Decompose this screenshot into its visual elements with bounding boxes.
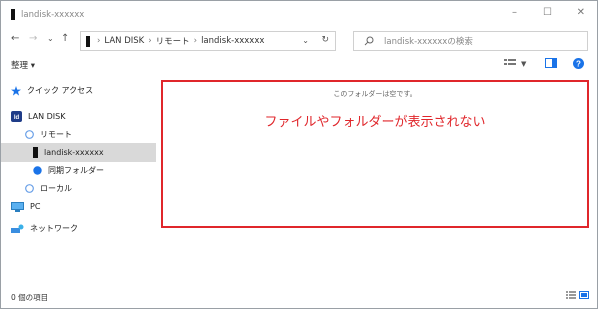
svg-text:ld: ld xyxy=(14,115,20,121)
address-bar[interactable]: › LAN DISK › リモート › landisk-xxxxxx ⌄ ↻ xyxy=(80,31,336,51)
svg-text:?: ? xyxy=(576,60,581,69)
sidebar-item-label: PC xyxy=(30,202,41,211)
sidebar-item-label: ローカル xyxy=(40,184,72,193)
sidebar-item-landisk-device[interactable]: landisk-xxxxxx xyxy=(1,143,156,162)
search-icon xyxy=(364,36,374,46)
help-icon[interactable]: ? xyxy=(573,58,584,72)
pc-icon xyxy=(11,201,24,212)
sidebar-item-local[interactable]: ローカル xyxy=(1,179,180,198)
landisk-logo-icon: ld xyxy=(11,111,22,122)
sidebar-item-label: リモート xyxy=(40,130,72,139)
organize-menu[interactable]: 整理 ▾ xyxy=(11,59,35,71)
sidebar-item-lan-disk[interactable]: ld LAN DISK xyxy=(1,107,166,126)
window-title: landisk-xxxxxx xyxy=(21,9,85,20)
device-icon xyxy=(86,35,90,47)
device-icon xyxy=(11,9,15,20)
star-icon xyxy=(11,85,21,96)
back-button[interactable]: ← xyxy=(11,33,19,44)
recent-locations-button[interactable]: ⌄ xyxy=(47,34,54,43)
sidebar-item-label: 同期フォルダー xyxy=(48,166,104,175)
annotation-text: ファイルやフォルダーが表示されない xyxy=(264,115,486,130)
breadcrumb-separator: › xyxy=(148,36,152,46)
breadcrumb-separator: › xyxy=(193,36,198,46)
minimize-button[interactable]: – xyxy=(512,7,517,18)
empty-folder-message: このフォルダーは空です。 xyxy=(333,90,417,98)
sidebar-item-label: landisk-xxxxxx xyxy=(44,148,104,157)
title-bar: landisk-xxxxxx – ☐ ✕ xyxy=(1,1,597,28)
sidebar-item-pc[interactable]: PC xyxy=(1,197,166,216)
search-box[interactable]: landisk-xxxxxxの検索 xyxy=(353,31,588,51)
breadcrumb-lan-disk[interactable]: LAN DISK xyxy=(104,36,144,46)
address-toolbar: ← → ⌄ ↑ › LAN DISK › リモート › landisk-xxxx… xyxy=(1,28,597,54)
explorer-window: landisk-xxxxxx – ☐ ✕ ← → ⌄ ↑ › LAN DISK … xyxy=(0,0,598,309)
sidebar-item-network[interactable]: ネットワーク xyxy=(1,219,166,238)
device-icon xyxy=(33,147,38,158)
sidebar-item-label: LAN DISK xyxy=(28,112,66,121)
preview-pane-icon[interactable] xyxy=(545,58,557,71)
network-icon xyxy=(11,224,24,234)
status-item-count: 0 個の項目 xyxy=(11,293,49,302)
maximize-button[interactable]: ☐ xyxy=(543,7,552,18)
details-view-icon[interactable] xyxy=(566,291,579,301)
up-button[interactable]: ↑ xyxy=(61,33,69,44)
search-placeholder: landisk-xxxxxxの検索 xyxy=(384,37,473,47)
close-button[interactable]: ✕ xyxy=(577,7,585,18)
command-bar: 整理 ▾ ▼ ? xyxy=(1,54,597,76)
sidebar-item-remote[interactable]: リモート xyxy=(1,125,180,144)
address-dropdown-button[interactable]: ⌄ xyxy=(302,36,309,45)
remote-icon xyxy=(25,130,34,139)
sync-folder-icon xyxy=(33,166,42,175)
view-toggle[interactable] xyxy=(566,291,589,301)
local-icon xyxy=(25,184,34,193)
breadcrumb-separator: › xyxy=(97,36,101,46)
file-list-area[interactable]: このフォルダーは空です。 ファイルやフォルダーが表示されない xyxy=(161,80,589,228)
sidebar-item-label: ネットワーク xyxy=(30,224,78,233)
breadcrumb-remote[interactable]: リモート xyxy=(156,35,190,47)
sidebar-item-sync-folder[interactable]: 同期フォルダー xyxy=(1,161,188,180)
view-options-icon[interactable] xyxy=(504,58,516,71)
large-icons-view-icon[interactable] xyxy=(579,291,589,301)
breadcrumb-landisk[interactable]: landisk-xxxxxx xyxy=(201,36,264,46)
refresh-button[interactable]: ↻ xyxy=(321,35,329,45)
forward-button[interactable]: → xyxy=(29,33,37,44)
sidebar-item-quick-access[interactable]: クイック アクセス xyxy=(1,81,166,100)
view-dropdown-icon[interactable]: ▼ xyxy=(521,60,526,68)
sidebar-item-label: クイック アクセス xyxy=(27,86,94,95)
